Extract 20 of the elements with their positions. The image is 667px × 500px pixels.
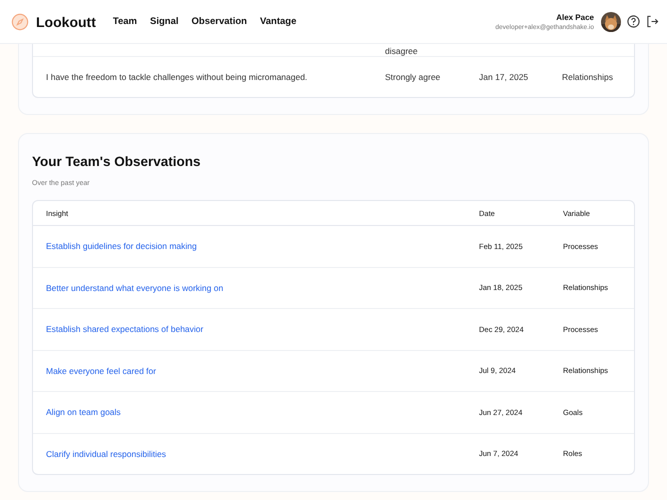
logout-icon[interactable] [646, 15, 659, 28]
insight-link[interactable]: Better understand what everyone is working on [46, 282, 224, 293]
nav-link[interactable]: Team [112, 16, 137, 27]
insight-link[interactable]: Make everyone feel cared for [46, 366, 156, 376]
response-cell: disagree [385, 46, 418, 56]
brand-name[interactable]: Lookoutt [36, 14, 96, 30]
date-cell: Jan 17, 2025 [479, 72, 528, 82]
statement-text: I have the freedom to tackle challenges without being micromanaged. [46, 72, 308, 82]
insight-link[interactable]: Align on team goals [46, 407, 121, 418]
nav-link[interactable]: Observation [192, 16, 247, 27]
section-title: Your Team's Observations [32, 154, 202, 169]
insight-link[interactable]: Clarify individual responsibilities [46, 448, 166, 459]
nav-link[interactable]: Signal [150, 16, 179, 27]
nav-link[interactable]: Vantage [260, 16, 296, 27]
help-icon[interactable] [627, 15, 640, 28]
response-cell: Strongly agree [385, 72, 440, 82]
insight-link[interactable]: Establish shared expectations of behavior [46, 324, 204, 334]
user-name: Alex Pace [555, 12, 594, 22]
insight-link[interactable]: Establish guidelines for decision making [46, 241, 197, 252]
variable-cell: Relationships [562, 72, 614, 82]
